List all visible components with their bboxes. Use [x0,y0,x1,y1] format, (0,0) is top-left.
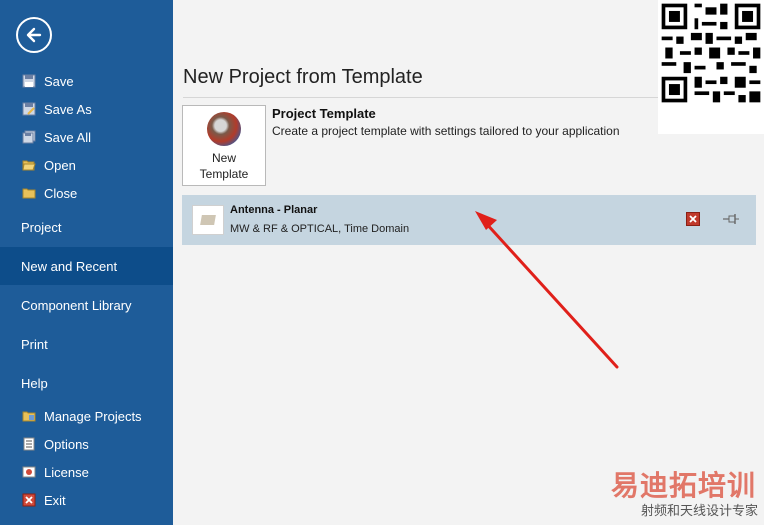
recent-template-row[interactable]: Antenna - Planar MW & RF & OPTICAL, Time… [182,195,756,245]
new-template-label-line2: Template [199,167,249,181]
watermark-title: 易迪拓培训 [610,469,756,502]
back-arrow-icon[interactable] [16,17,52,53]
sidebar-section-component-library[interactable]: Component Library [0,286,173,324]
new-template-label-line1: New [211,151,236,165]
project-template-description: Create a project template with settings … [272,124,620,138]
remove-icon[interactable] [686,212,700,226]
new-and-recent-label: New and Recent [21,258,118,274]
close-button[interactable]: Close [0,179,173,207]
help-label: Help [21,375,48,391]
exit-button[interactable]: Exit [0,486,173,514]
save-label: Save [44,73,74,89]
options-label: Options [44,436,89,452]
save-as-button[interactable]: Save As [0,95,173,123]
save-as-icon [21,101,37,117]
sidebar-section-new-and-recent[interactable]: New and Recent [0,247,173,285]
project-label: Project [21,219,62,235]
open-label: Open [44,157,76,173]
recent-template-title: Antenna - Planar [230,204,318,216]
watermark-subtitle: 射频和天线设计专家 [640,504,758,519]
folder-open-icon [21,157,37,173]
print-label: Print [21,336,48,352]
page-title: New Project from Template [183,66,423,88]
options-button[interactable]: Options [0,430,173,458]
exit-icon [21,492,37,508]
exit-label: Exit [44,492,66,508]
open-button[interactable]: Open [0,151,173,179]
sidebar-section-project[interactable]: Project [0,208,173,246]
license-icon [21,464,37,480]
qr-code [658,0,764,134]
manage-projects-label: Manage Projects [44,408,142,424]
manage-projects-button[interactable]: Manage Projects [0,402,173,430]
save-all-label: Save All [44,129,91,145]
antenna-thumbnail [192,205,224,235]
recent-template-subtitle: MW & RF & OPTICAL, Time Domain [230,223,410,235]
pin-icon[interactable] [722,212,740,226]
license-button[interactable]: License [0,458,173,486]
project-template-title: Project Template [272,106,376,121]
sidebar-section-help[interactable]: Help [0,364,173,402]
license-label: License [44,464,89,480]
save-button[interactable]: Save [0,67,173,95]
save-all-button[interactable]: Save All [0,123,173,151]
manage-projects-icon [21,408,37,424]
template-globe-icon [207,112,241,146]
save-icon [21,73,37,89]
component-library-label: Component Library [21,297,132,313]
options-icon [21,436,37,452]
watermark: 易迪拓培训 射频和天线设计专家 [600,462,764,522]
save-all-icon [21,129,37,145]
close-label: Close [44,185,78,201]
folder-close-icon [21,185,37,201]
new-template-button[interactable]: New Template [182,105,266,186]
sidebar: Save Save As Save All Open Close Project… [0,0,173,525]
sidebar-section-print[interactable]: Print [0,325,173,363]
save-as-label: Save As [44,101,92,117]
